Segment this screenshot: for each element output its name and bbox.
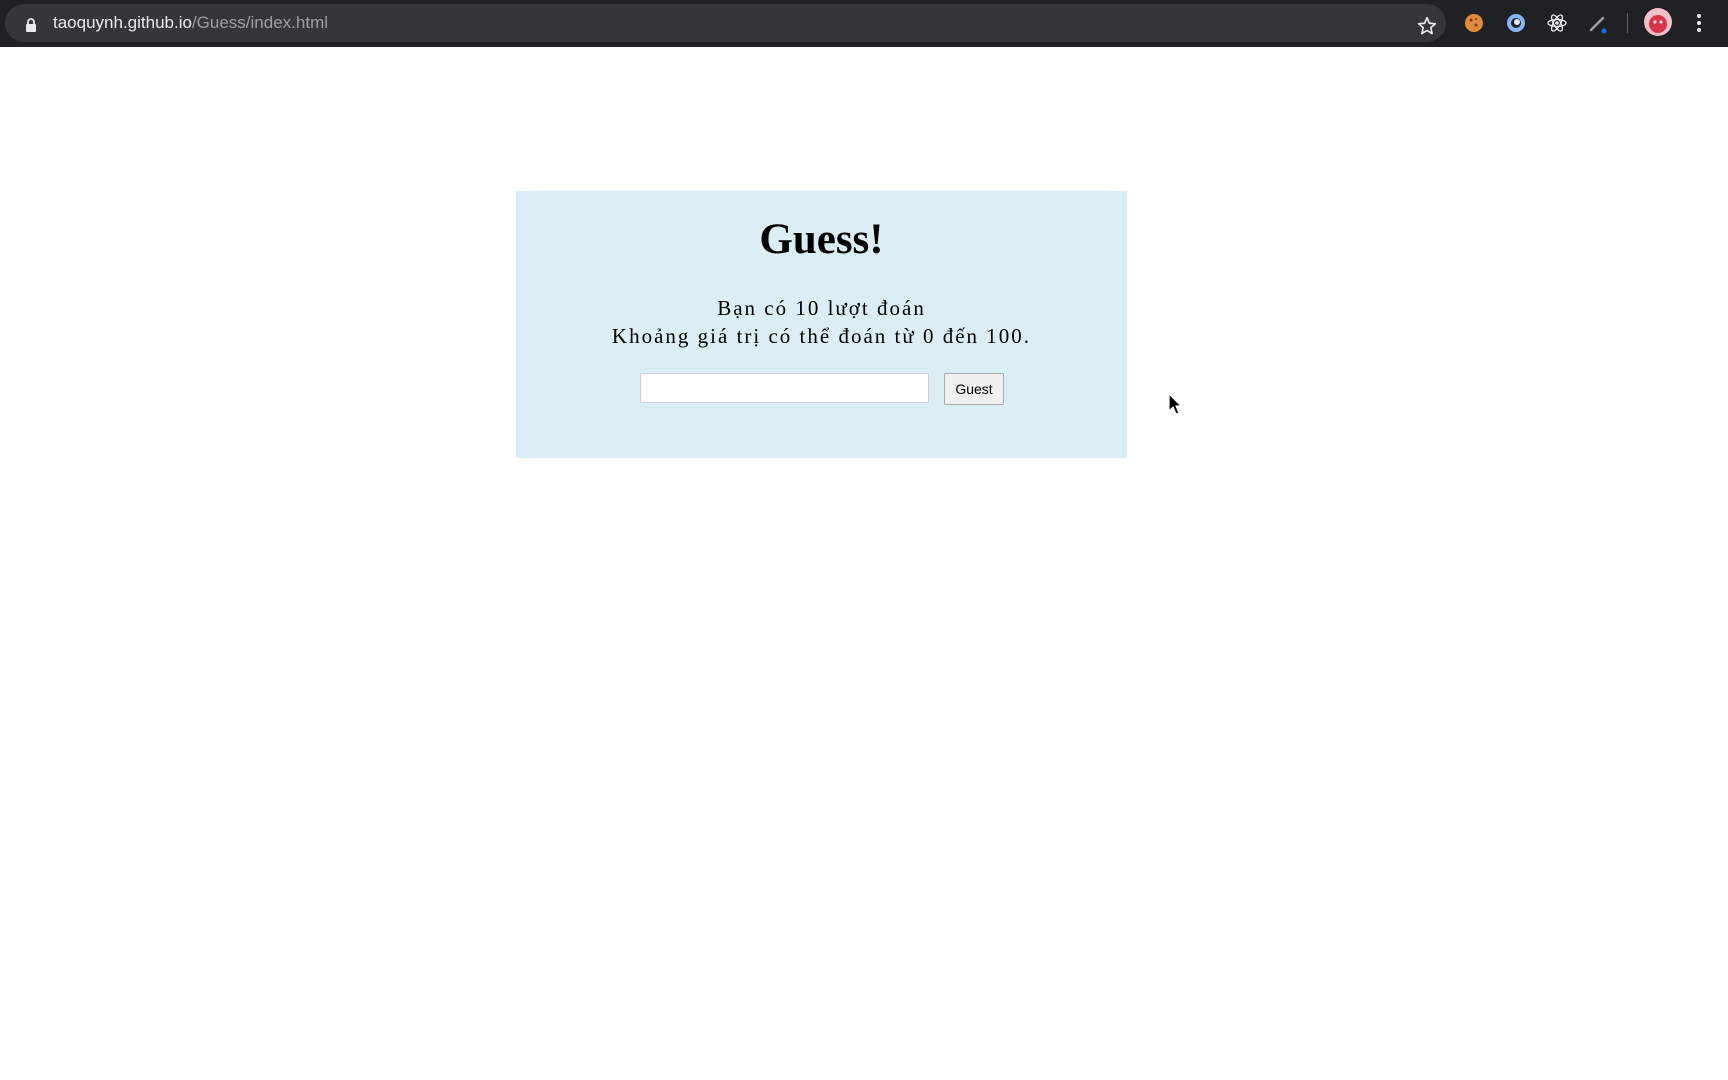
- guess-input[interactable]: [640, 373, 929, 403]
- pen-extension-icon[interactable]: [1587, 12, 1609, 34]
- url-path: /Guess/index.html: [191, 13, 329, 32]
- range-text: Khoảng giá trị có thể đoán từ 0 đến 100.: [611, 324, 1032, 348]
- react-devtools-icon[interactable]: [1546, 12, 1568, 34]
- page-title: Guess!: [759, 216, 884, 263]
- mouse-cursor-icon: [1168, 393, 1182, 415]
- url-host: taoquynh.github.io: [53, 13, 192, 32]
- avatar-image: [1644, 8, 1672, 36]
- url-text[interactable]: taoquynh.github.io/Guess/index.html: [53, 4, 328, 42]
- browser-toolbar: taoquynh.github.io/Guess/index.html: [0, 0, 1728, 47]
- toolbar-divider: [1627, 13, 1628, 33]
- more-menu-icon[interactable]: [1692, 12, 1706, 34]
- turns-text: Bạn có 10 lượt đoán: [717, 296, 926, 320]
- guess-button[interactable]: Guest: [944, 373, 1004, 405]
- cookie-extension-icon[interactable]: [1463, 12, 1485, 34]
- ring-extension-icon[interactable]: [1505, 12, 1527, 34]
- lock-icon[interactable]: [25, 18, 37, 32]
- bookmark-star-icon[interactable]: [1416, 15, 1438, 37]
- address-bar[interactable]: taoquynh.github.io/Guess/index.html: [5, 4, 1446, 42]
- guess-card: Guess! Bạn có 10 lượt đoán Khoảng giá tr…: [516, 191, 1127, 458]
- profile-avatar[interactable]: [1644, 8, 1672, 36]
